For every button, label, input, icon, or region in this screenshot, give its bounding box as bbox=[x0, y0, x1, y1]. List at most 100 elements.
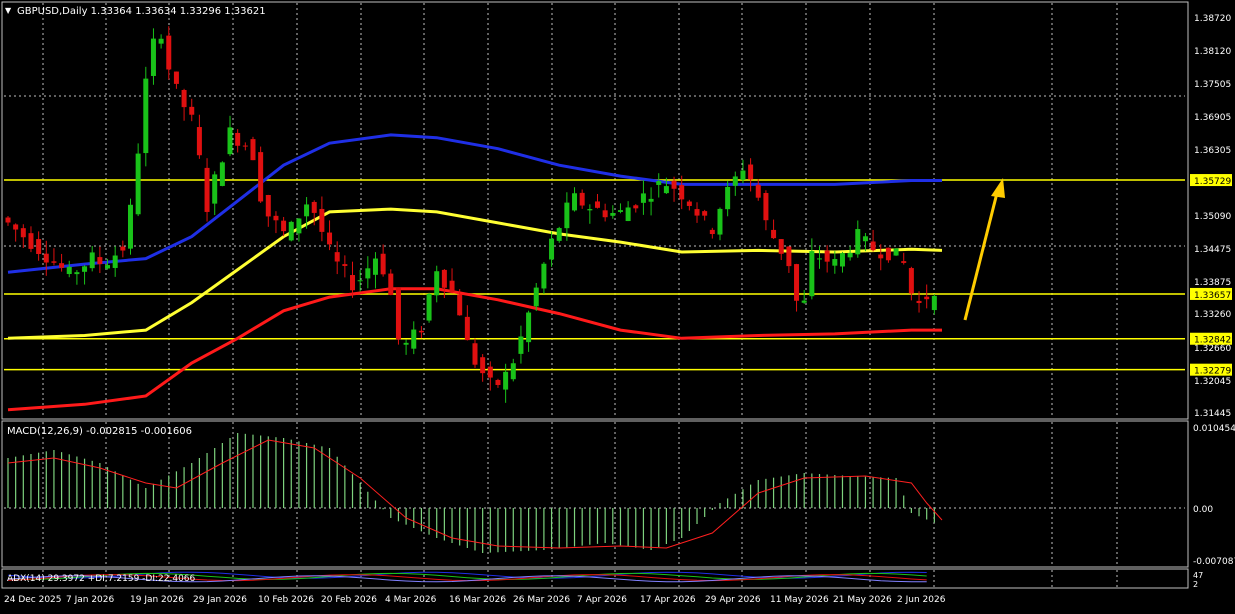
price-axis-label: 1.32045 bbox=[1194, 377, 1231, 387]
candle-body bbox=[755, 184, 761, 198]
candle-body bbox=[778, 239, 784, 254]
macd-axis-zero: 0.00 bbox=[1193, 505, 1213, 515]
candle-body bbox=[411, 329, 417, 349]
candle-body bbox=[319, 208, 325, 232]
candle-body bbox=[250, 139, 256, 161]
candle-body bbox=[166, 35, 172, 70]
candle-body bbox=[5, 217, 11, 223]
date-axis-label: 17 Apr 2026 bbox=[640, 595, 696, 605]
candle-body bbox=[434, 271, 440, 296]
candle-body bbox=[158, 38, 164, 44]
candle-body bbox=[640, 193, 646, 203]
candle-body bbox=[181, 90, 187, 108]
candle-body bbox=[533, 287, 539, 307]
macd-axis-top: 0.010454 bbox=[1193, 424, 1235, 434]
candle-body bbox=[150, 38, 156, 76]
candle-body bbox=[801, 300, 807, 303]
price-axis-label: 1.36905 bbox=[1194, 113, 1231, 123]
candle-body bbox=[51, 261, 57, 263]
candle-body bbox=[594, 201, 600, 208]
candle-body bbox=[855, 229, 861, 255]
candle-body bbox=[862, 236, 868, 242]
candle-body bbox=[28, 233, 34, 249]
arrow-annotation[interactable] bbox=[963, 178, 1005, 321]
candle-body bbox=[709, 229, 715, 235]
candle-body bbox=[702, 211, 708, 216]
date-axis-label: 20 Feb 2026 bbox=[321, 595, 377, 605]
price-axis-label: 1.34475 bbox=[1194, 245, 1231, 255]
price-axis-label: 1.37505 bbox=[1194, 80, 1231, 90]
candle-body bbox=[441, 269, 447, 288]
candle-body bbox=[127, 204, 133, 249]
candle-body bbox=[273, 215, 279, 221]
candle-body bbox=[281, 220, 287, 232]
price-axis-label: 1.38120 bbox=[1194, 47, 1231, 57]
candle-body bbox=[426, 293, 432, 321]
horizontal-levels bbox=[4, 179, 1185, 371]
trading-chart[interactable]: 1.38720 1.38120 1.37505 1.36905 1.36305 1.350… bbox=[0, 0, 1235, 610]
candle-body bbox=[82, 266, 88, 272]
candle-body bbox=[671, 180, 677, 189]
candle-body bbox=[258, 152, 264, 202]
candle-body bbox=[20, 228, 26, 238]
price-axis-label: 1.31445 bbox=[1194, 409, 1231, 419]
candle-body bbox=[732, 176, 738, 186]
candle-body bbox=[120, 246, 126, 251]
candle-body bbox=[625, 207, 631, 222]
candle-body bbox=[679, 185, 685, 200]
candle-body bbox=[219, 162, 225, 186]
candle-body bbox=[931, 295, 937, 311]
price-tag-label: 1.32842 bbox=[1194, 336, 1231, 346]
candle-body bbox=[526, 312, 532, 343]
date-axis-label: 10 Feb 2026 bbox=[258, 595, 314, 605]
candle-body bbox=[740, 170, 746, 180]
adx-label: ADX(14) 29.3972 +DI:7.2159 -DI:22.4066 bbox=[7, 574, 196, 584]
candle-body bbox=[771, 229, 777, 239]
chart-canvas[interactable]: 1.38720 1.38120 1.37505 1.36905 1.36305 1.350… bbox=[0, 0, 1235, 610]
candle-body bbox=[725, 186, 731, 210]
candle-body bbox=[288, 221, 294, 241]
candle-body bbox=[204, 167, 210, 212]
candle-body bbox=[357, 280, 363, 282]
price-axis-label: 1.33260 bbox=[1194, 310, 1231, 320]
date-axis-label: 2 Jun 2026 bbox=[897, 595, 946, 605]
price-tag-label: 1.32279 bbox=[1194, 367, 1231, 377]
candle-body bbox=[342, 264, 348, 266]
candle-body bbox=[549, 238, 555, 260]
candle-body bbox=[365, 268, 371, 279]
candle-body bbox=[242, 145, 248, 147]
date-axis-label: 21 May 2026 bbox=[833, 595, 892, 605]
candle-body bbox=[464, 316, 470, 341]
candlesticks bbox=[5, 26, 937, 403]
candle-body bbox=[112, 255, 118, 268]
price-tag-label: 1.35729 bbox=[1194, 177, 1231, 187]
date-axis-label: 26 Mar 2026 bbox=[513, 595, 570, 605]
candle-body bbox=[472, 343, 478, 365]
candle-body bbox=[763, 193, 769, 221]
candle-body bbox=[663, 186, 669, 194]
candle-body bbox=[748, 164, 754, 180]
date-axis-label: 7 Apr 2026 bbox=[577, 595, 627, 605]
candle-body bbox=[388, 273, 394, 295]
candle-body bbox=[97, 257, 103, 265]
candle-body bbox=[809, 251, 815, 297]
date-axis-label: 4 Mar 2026 bbox=[385, 595, 437, 605]
adx-axis-top: 47 bbox=[1193, 571, 1203, 580]
chart-dropdown-icon[interactable]: ▼ bbox=[5, 6, 12, 15]
candle-body bbox=[572, 193, 578, 211]
date-axis-label: 29 Apr 2026 bbox=[705, 595, 761, 605]
macd-axis-bottom: -0.007087 bbox=[1193, 557, 1235, 567]
candle-body bbox=[556, 228, 562, 241]
candle-body bbox=[908, 268, 914, 294]
candle-body bbox=[449, 280, 455, 292]
candle-body bbox=[66, 266, 72, 275]
candle-body bbox=[372, 258, 378, 275]
candle-body bbox=[173, 71, 179, 84]
date-axis: 24 Dec 2025 7 Jan 2026 19 Jan 2026 29 Jan 2… bbox=[4, 595, 946, 605]
candle-body bbox=[694, 209, 700, 216]
macd-label: MACD(12,26,9) -0.002815 -0.001606 bbox=[7, 426, 192, 437]
macd-panel-frame bbox=[1, 420, 1189, 568]
candle-body bbox=[656, 181, 662, 185]
candle-body bbox=[564, 202, 570, 229]
candle-body bbox=[196, 127, 202, 156]
